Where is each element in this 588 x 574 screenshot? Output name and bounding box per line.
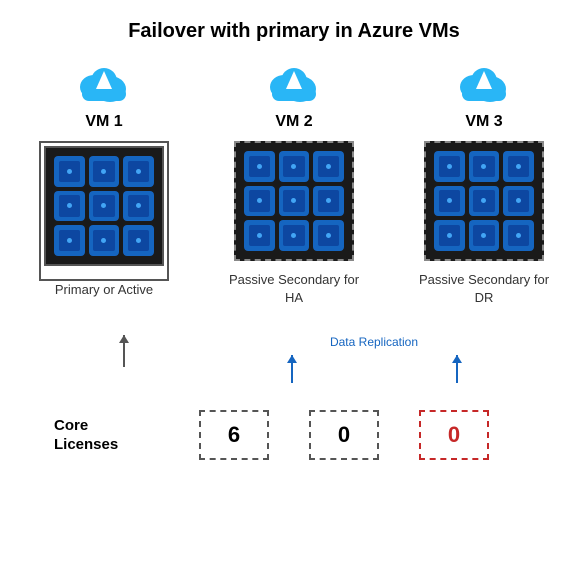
vms-row: VM 1 Primary or Active — [10, 61, 578, 331]
chip — [89, 191, 120, 222]
chip — [89, 225, 120, 256]
license-box-vm3: 0 — [419, 410, 489, 460]
chip — [434, 151, 465, 182]
cloud-icon-vm3 — [454, 61, 514, 105]
replication-arrow-vm2 — [291, 355, 293, 383]
data-replication-label: Data Replication — [330, 335, 418, 349]
chip — [244, 151, 275, 182]
chip — [123, 156, 154, 187]
vm1-label: VM 1 — [85, 113, 122, 131]
chip — [279, 220, 310, 251]
chip — [89, 156, 120, 187]
chip — [244, 220, 275, 251]
vm2-label: VM 2 — [275, 113, 312, 131]
vm1-chip-grid — [44, 146, 164, 266]
chip — [503, 151, 534, 182]
chip — [279, 151, 310, 182]
vm1-outer-border — [39, 141, 169, 281]
chip — [469, 220, 500, 251]
chip — [54, 225, 85, 256]
license-boxes-row: 6 0 0 — [154, 410, 534, 460]
vm1-arrow — [49, 335, 199, 367]
chip — [123, 225, 154, 256]
chip — [313, 220, 344, 251]
page-title: Failover with primary in Azure VMs — [128, 20, 460, 43]
chip — [54, 156, 85, 187]
vm3-chip-grid — [424, 141, 544, 261]
chip — [123, 191, 154, 222]
chip — [469, 186, 500, 217]
licenses-label: CoreLicenses — [54, 416, 134, 455]
chip — [244, 186, 275, 217]
data-replication-group: Data Replication — [209, 335, 539, 383]
vm1-box-wrapper — [39, 141, 169, 281]
chip — [434, 220, 465, 251]
chip — [54, 191, 85, 222]
vm1-column: VM 1 Primary or Active — [29, 61, 179, 331]
replication-arrow-vm3 — [456, 355, 458, 383]
license-box-vm2: 0 — [309, 410, 379, 460]
main-content: VM 1 Primary or Active — [10, 61, 578, 460]
licenses-section: CoreLicenses 6 0 0 — [54, 410, 534, 460]
vm1-description: Primary or Active — [55, 281, 153, 331]
chip — [469, 151, 500, 182]
cloud-icon-vm1 — [74, 61, 134, 105]
chip — [434, 186, 465, 217]
vm2-description: Passive Secondary for HA — [219, 271, 369, 321]
vm2-chip-grid — [234, 141, 354, 261]
vm3-column: VM 3 Passive Secondary for DR — [409, 61, 559, 321]
vm3-description: Passive Secondary for DR — [409, 271, 559, 321]
chip — [503, 186, 534, 217]
vm2-column: VM 2 Passive Secondary for HA — [219, 61, 369, 321]
license-box-vm1: 6 — [199, 410, 269, 460]
vm3-label: VM 3 — [465, 113, 502, 131]
chip — [313, 151, 344, 182]
chip — [503, 220, 534, 251]
chip — [279, 186, 310, 217]
cloud-icon-vm2 — [264, 61, 324, 105]
chip — [313, 186, 344, 217]
